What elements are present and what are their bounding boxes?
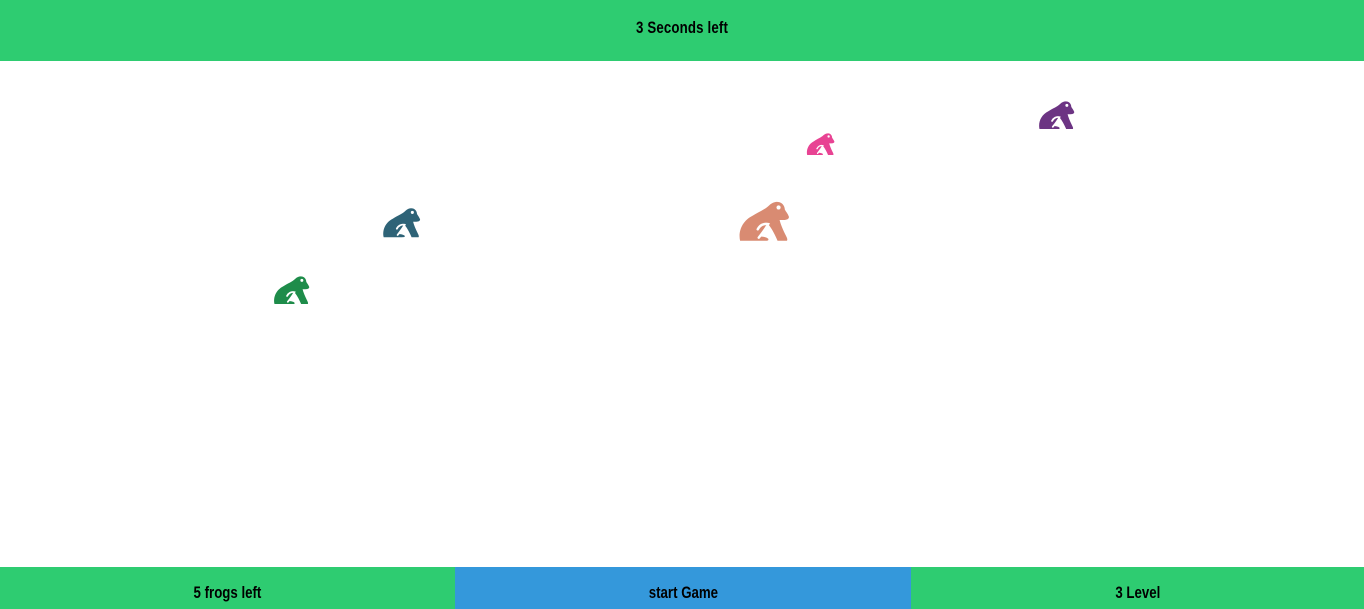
frog-shape [806,132,835,156]
level-indicator: 3 Level [911,567,1364,609]
frog-shape [273,275,310,305]
frogs-left-counter: 5 frogs left [0,567,455,609]
frogs-left-text: 5 frogs left [193,583,262,602]
frog-icon[interactable] [1038,100,1075,130]
start-game-label: start Game [648,583,718,602]
level-text: 3 Level [1115,583,1160,602]
frog-icon[interactable] [806,132,835,156]
timer-text: 3 Seconds left [635,17,729,37]
bottom-bar: 5 frogs left start Game 3 Level [0,567,1364,609]
status-bar: 3 Seconds left [0,0,1364,61]
frog-shape [1038,100,1075,130]
game-field[interactable] [0,61,1364,567]
frog-icon[interactable] [738,200,790,242]
frog-icon[interactable] [382,207,421,238]
frog-shape [382,207,421,238]
start-game-button[interactable]: start Game [455,567,911,609]
frog-icon[interactable] [273,275,310,305]
frog-shape [738,200,790,242]
